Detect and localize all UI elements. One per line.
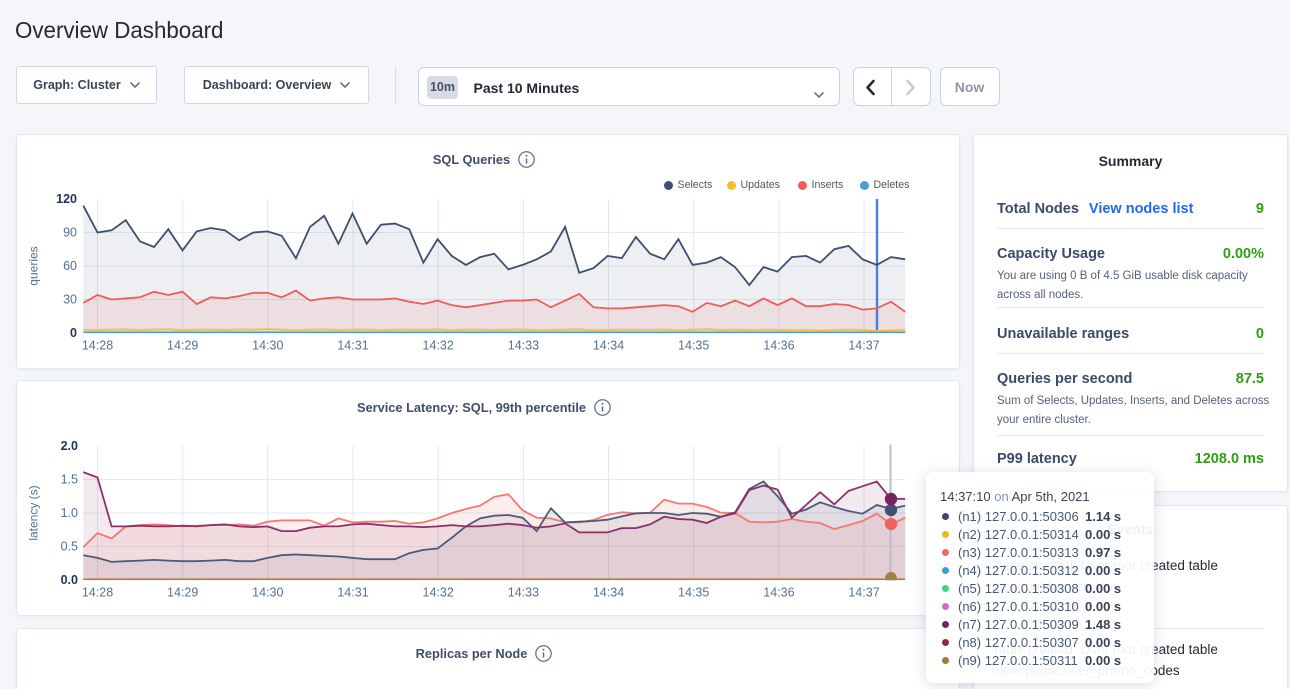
- svg-text:14:37: 14:37: [848, 586, 879, 600]
- svg-text:14:33: 14:33: [508, 339, 539, 353]
- svg-text:0.5: 0.5: [61, 540, 78, 554]
- svg-text:14:34: 14:34: [593, 586, 624, 600]
- svg-text:2.0: 2.0: [61, 439, 78, 453]
- svg-text:14:33: 14:33: [508, 586, 539, 600]
- svg-text:14:31: 14:31: [337, 586, 368, 600]
- svg-text:30: 30: [63, 293, 77, 307]
- svg-text:14:29: 14:29: [167, 586, 198, 600]
- svg-text:14:37: 14:37: [848, 339, 879, 353]
- svg-text:90: 90: [63, 226, 77, 240]
- svg-text:queries: queries: [27, 246, 41, 285]
- svg-text:14:32: 14:32: [423, 339, 454, 353]
- svg-text:14:28: 14:28: [82, 586, 113, 600]
- svg-text:latency (s): latency (s): [27, 485, 41, 540]
- svg-text:14:29: 14:29: [167, 339, 198, 353]
- svg-text:1.5: 1.5: [61, 473, 78, 487]
- svg-text:14:31: 14:31: [337, 339, 368, 353]
- svg-text:14:32: 14:32: [423, 586, 454, 600]
- svg-text:0: 0: [70, 326, 77, 340]
- svg-text:14:36: 14:36: [763, 339, 794, 353]
- svg-text:14:35: 14:35: [678, 586, 709, 600]
- svg-text:14:28: 14:28: [82, 339, 113, 353]
- svg-text:1.0: 1.0: [61, 506, 78, 520]
- svg-text:14:30: 14:30: [252, 586, 283, 600]
- svg-text:14:35: 14:35: [678, 339, 709, 353]
- svg-text:14:30: 14:30: [252, 339, 283, 353]
- svg-text:0.0: 0.0: [61, 573, 78, 587]
- svg-text:14:36: 14:36: [763, 586, 794, 600]
- svg-text:14:34: 14:34: [593, 339, 624, 353]
- svg-text:60: 60: [63, 259, 77, 273]
- svg-text:120: 120: [56, 192, 77, 206]
